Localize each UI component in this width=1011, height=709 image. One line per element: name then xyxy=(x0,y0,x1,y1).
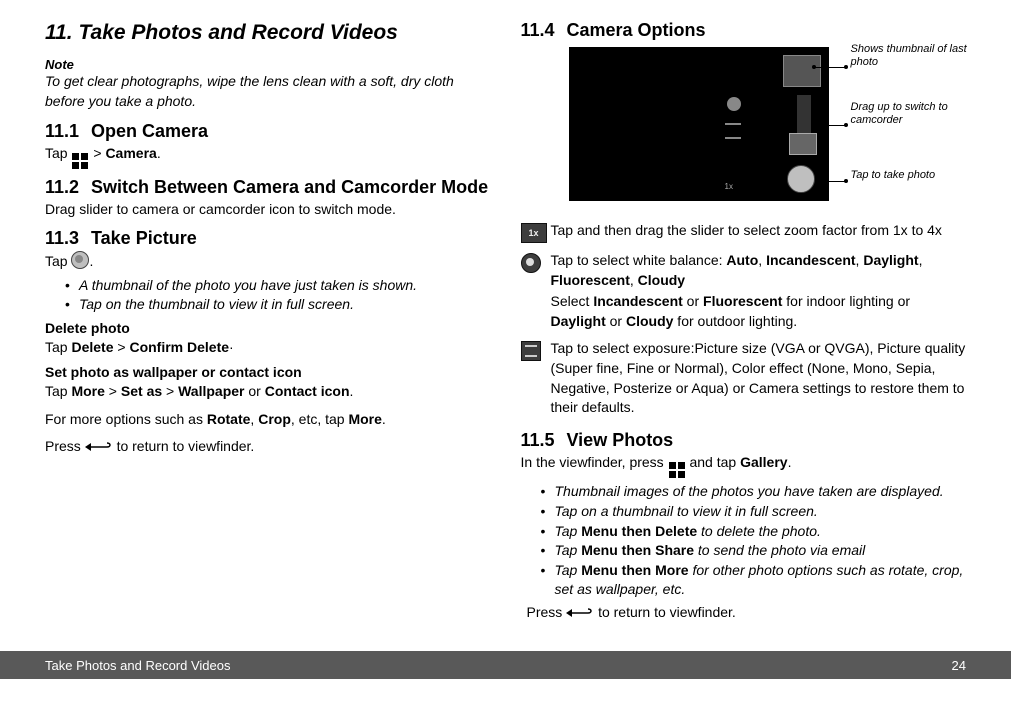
return-viewfinder-line-2: Press to return to viewfinder. xyxy=(527,603,967,625)
zoom-desc: Tap and then drag the slider to select z… xyxy=(551,217,967,247)
camera-mode-handle-icon xyxy=(789,133,817,155)
apps-grid-icon xyxy=(72,153,88,169)
view-photos-bullets: Thumbnail images of the photos you have … xyxy=(541,482,967,599)
apps-grid-icon xyxy=(669,462,685,478)
section-11-3-heading: 11.3 Take Picture xyxy=(45,228,491,249)
section-num: 11.5 xyxy=(521,430,567,451)
chapter-number: 11. xyxy=(45,21,73,44)
chapter-name: Take Photos and Record Videos xyxy=(78,21,397,44)
page-footer: Take Photos and Record Videos 24 xyxy=(0,651,1011,679)
open-camera-line: Tap > Camera. xyxy=(45,144,491,169)
footer-page-number: 24 xyxy=(952,658,966,673)
section-num: 11.2 xyxy=(45,177,91,198)
set-as-heading: Set photo as wallpaper or contact icon xyxy=(45,364,491,380)
callout-line xyxy=(820,125,846,126)
zoom-icon: 1x xyxy=(521,223,547,243)
right-column: 11.4 Camera Options 1x Shows thumbnail o… xyxy=(521,20,967,627)
view-photos-line: In the viewfinder, press and tap Gallery… xyxy=(521,453,967,478)
camera-figure: 1x Shows thumbnail of last photo Drag up… xyxy=(569,47,967,207)
camera-wb-icon xyxy=(727,97,741,111)
take-picture-tap: Tap . xyxy=(45,251,491,272)
list-item: Tap on the thumbnail to view it in full … xyxy=(65,295,491,314)
list-item: Tap Menu then Delete to delete the photo… xyxy=(541,522,967,541)
camera-options-table: 1x Tap and then drag the slider to selec… xyxy=(521,217,967,422)
set-as-line: Tap More > Set as > Wallpaper or Contact… xyxy=(45,382,491,402)
callout-line xyxy=(820,181,846,182)
note-label: Note xyxy=(45,57,491,72)
back-icon xyxy=(85,439,113,459)
section-11-4-heading: 11.4 Camera Options xyxy=(521,20,967,41)
wb-desc: Tap to select white balance: Auto, Incan… xyxy=(551,247,967,335)
camera-thumbnail-icon xyxy=(783,55,821,87)
table-row: 1x Tap and then drag the slider to selec… xyxy=(521,217,967,247)
list-item: Tap Menu then Share to send the photo vi… xyxy=(541,541,967,560)
list-item: Thumbnail images of the photos you have … xyxy=(541,482,967,501)
list-item: Tap Menu then More for other photo optio… xyxy=(541,561,967,599)
section-title: Switch Between Camera and Camcorder Mode xyxy=(91,177,488,198)
section-11-5-heading: 11.5 View Photos xyxy=(521,430,967,451)
callout-drag: Drag up to switch to camcorder xyxy=(851,101,971,127)
section-11-2-body: Drag slider to camera or camcorder icon … xyxy=(45,200,491,220)
camera-shutter-icon xyxy=(787,165,815,193)
section-title: Take Picture xyxy=(91,228,197,249)
footer-title: Take Photos and Record Videos xyxy=(45,658,231,673)
camera-zoom-label: 1x xyxy=(725,182,733,191)
settings-icon xyxy=(521,341,541,361)
section-11-2-heading: 11.2 Switch Between Camera and Camcorder… xyxy=(45,177,491,198)
list-item: A thumbnail of the photo you have just t… xyxy=(65,276,491,295)
section-title: Camera Options xyxy=(567,20,706,41)
delete-photo-heading: Delete photo xyxy=(45,320,491,336)
white-balance-icon xyxy=(521,253,541,273)
section-title: Open Camera xyxy=(91,121,208,142)
section-11-1-heading: 11.1 Open Camera xyxy=(45,121,491,142)
delete-photo-line: Tap Delete > Confirm Delete· xyxy=(45,338,491,358)
callout-thumbnail: Shows thumbnail of last photo xyxy=(851,43,971,69)
list-item: Tap on a thumbnail to view it in full sc… xyxy=(541,502,967,521)
back-icon xyxy=(566,605,594,625)
section-num: 11.4 xyxy=(521,20,567,41)
section-num: 11.3 xyxy=(45,228,91,249)
callout-line xyxy=(814,67,846,68)
return-viewfinder-line: Press to return to viewfinder. xyxy=(45,437,491,459)
more-options-line: For more options such as Rotate, Crop, e… xyxy=(45,410,491,430)
callout-tap: Tap to take photo xyxy=(851,169,971,182)
camera-screenshot: 1x xyxy=(569,47,829,201)
take-picture-bullets: A thumbnail of the photo you have just t… xyxy=(65,276,491,315)
table-row: Tap to select exposure:Picture size (VGA… xyxy=(521,335,967,421)
camera-settings-icon xyxy=(725,123,741,139)
table-row: Tap to select white balance: Auto, Incan… xyxy=(521,247,967,335)
section-num: 11.1 xyxy=(45,121,91,142)
shutter-icon xyxy=(71,251,89,269)
section-title: View Photos xyxy=(567,430,674,451)
settings-desc: Tap to select exposure:Picture size (VGA… xyxy=(551,335,967,421)
chapter-title: 11. Take Photos and Record Videos xyxy=(45,20,491,45)
left-column: 11. Take Photos and Record Videos Note T… xyxy=(45,20,491,627)
note-body: To get clear photographs, wipe the lens … xyxy=(45,72,491,111)
